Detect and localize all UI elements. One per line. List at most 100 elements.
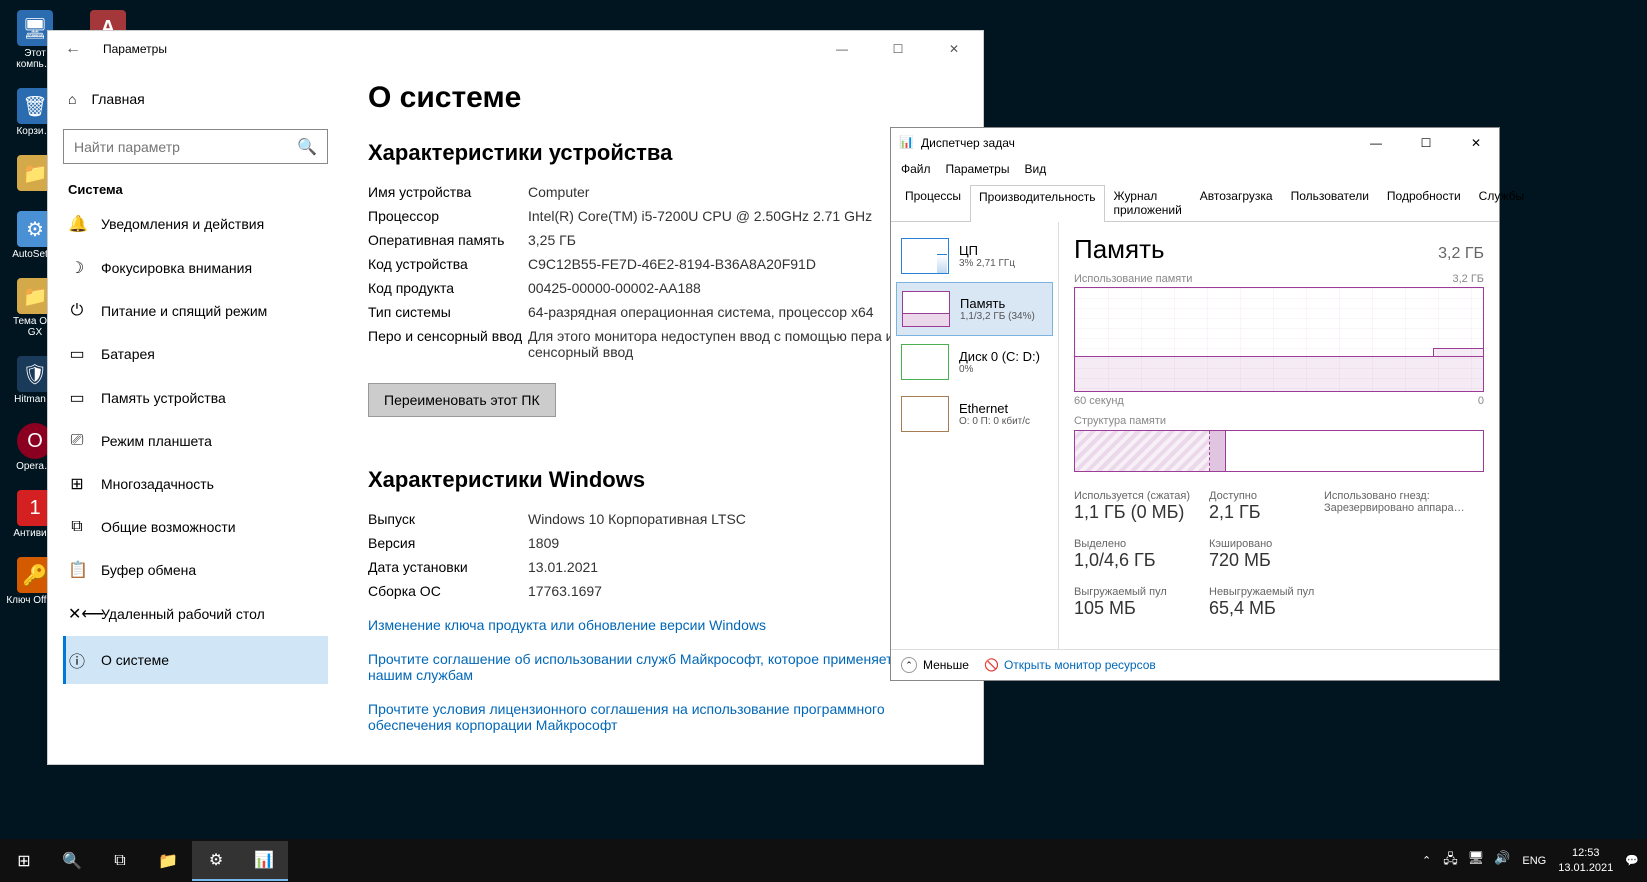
stat-slots: Использовано гнезд: Зарезервировано аппа… [1324, 490, 1484, 523]
tray-network-icon[interactable]: 🖧 [1443, 850, 1458, 872]
perf-item-memory[interactable]: Память 1,1/3,2 ГБ (34%) [896, 282, 1053, 336]
fewer-label: Меньше [923, 658, 969, 672]
nav-item[interactable]: ⊞Многозадачность [63, 462, 328, 506]
section-header: Система [68, 182, 328, 197]
tab-процессы[interactable]: Процессы [896, 184, 970, 221]
nav-item[interactable]: ⏻Питание и спящий режим [63, 290, 328, 332]
taskbar: ⊞ 🔍 ⧉ 📁 ⚙ 📊 ⌃ 🖧 🖥 🔊 ENG 12:53 13.01.2021… [0, 839, 1647, 882]
menu-view[interactable]: Вид [1024, 162, 1046, 176]
nav-label: Многозадачность [101, 476, 214, 492]
file-explorer-button[interactable]: 📁 [144, 841, 192, 881]
perf-name: Ethernet [959, 401, 1030, 416]
home-link[interactable]: ⌂ Главная [63, 81, 328, 117]
date-label: 13.01.2021 [1558, 861, 1613, 875]
taskman-titlebar: 📊 Диспетчер задач — ☐ ✕ [891, 128, 1499, 158]
time-axis-left: 60 секунд [1074, 395, 1124, 407]
nav-item[interactable]: ☽Фокусировка внимания [63, 246, 328, 290]
nav-item[interactable]: ▭ Батарея [63, 332, 328, 376]
nav-item[interactable]: ✕⟵Удаленный рабочий стол [63, 592, 328, 636]
time-axis-right: 0 [1478, 395, 1484, 407]
search-input[interactable] [74, 139, 297, 155]
minimize-button[interactable]: — [823, 42, 861, 56]
nav-icon: ▭ [68, 344, 86, 364]
tray-chevron-icon[interactable]: ⌃ [1422, 854, 1431, 867]
spec-row: Имя устройстваComputer [368, 184, 958, 200]
tray-monitor-icon[interactable]: 🖥 [1468, 850, 1485, 872]
nav-item[interactable]: 📋Буфер обмена [63, 548, 328, 592]
nav-icon: ▭ [68, 388, 86, 408]
device-heading: Характеристики устройства [368, 140, 958, 166]
nav-icon: ✕⟵ [68, 604, 86, 624]
settings-sidebar: ⌂ Главная 🔍 Система 🔔Уведомления и дейст… [48, 66, 343, 764]
nav-icon: ⎚ [68, 432, 86, 450]
tab-подробности[interactable]: Подробности [1378, 184, 1470, 221]
taskman-tabs: ПроцессыПроизводительностьЖурнал приложе… [891, 184, 1499, 222]
nav-item[interactable]: 🔔Уведомления и действия [63, 202, 328, 246]
start-button[interactable]: ⊞ [0, 841, 48, 881]
spec-row: Перо и сенсорный вводДля этого монитора … [368, 328, 958, 360]
close-button[interactable]: ✕ [1461, 136, 1491, 150]
back-button[interactable]: ← [58, 40, 88, 58]
menu-file[interactable]: Файл [901, 162, 931, 176]
nav-label: О системе [101, 652, 169, 668]
nav-label: Батарея [101, 346, 155, 362]
license-terms-link[interactable]: Прочтите условия лицензионного соглашени… [368, 701, 958, 733]
tab-пользователи[interactable]: Пользователи [1282, 184, 1378, 221]
stat-in-use: Используется (сжатая) 1,1 ГБ (0 МБ) [1074, 490, 1194, 523]
memory-total: 3,2 ГБ [1438, 245, 1484, 263]
window-title: Параметры [103, 42, 167, 56]
tab-автозагрузка[interactable]: Автозагрузка [1191, 184, 1282, 221]
nav-label: Питание и спящий режим [101, 303, 267, 319]
tab-службы[interactable]: Службы [1470, 184, 1533, 221]
rename-button[interactable]: Переименовать этот ПК [368, 383, 556, 417]
perf-stat: 1,1/3,2 ГБ (34%) [960, 311, 1035, 322]
stat-committed: Выделено 1,0/4,6 ГБ [1074, 538, 1194, 571]
taskbar-taskman[interactable]: 📊 [240, 841, 288, 881]
action-center-button[interactable]: 💬 [1625, 854, 1639, 867]
nav-item[interactable]: ⓘО системе [63, 636, 328, 684]
spec-label: Версия [368, 535, 528, 551]
time-label: 12:53 [1558, 846, 1613, 860]
perf-item-ethernet[interactable]: Ethernet О: 0 П: 0 кбит/c [896, 388, 1053, 440]
nav-icon: 🔔 [68, 214, 86, 234]
perf-item-cpu[interactable]: ЦП 3% 2,71 ГГц [896, 230, 1053, 282]
search-box[interactable]: 🔍 [63, 129, 328, 164]
perf-name: Память [960, 296, 1035, 311]
home-label: Главная [91, 91, 144, 107]
clock[interactable]: 12:53 13.01.2021 [1558, 846, 1613, 875]
open-resource-monitor-link[interactable]: 🚫 Открыть монитор ресурсов [984, 658, 1156, 672]
taskbar-settings[interactable]: ⚙ [192, 841, 240, 881]
close-button[interactable]: ✕ [935, 42, 973, 56]
language-indicator[interactable]: ENG [1522, 855, 1546, 867]
search-button[interactable]: 🔍 [48, 841, 96, 881]
stat-nonpaged-pool: Невыгружаемый пул 65,4 МБ [1209, 586, 1329, 619]
nav-item[interactable]: ▭Память устройства [63, 376, 328, 420]
services-agreement-link[interactable]: Прочтите соглашение об использовании слу… [368, 651, 958, 683]
monitor-label: Открыть монитор ресурсов [1004, 658, 1156, 672]
task-view-button[interactable]: ⧉ [96, 841, 144, 881]
menu-options[interactable]: Параметры [946, 162, 1010, 176]
fewer-details-toggle[interactable]: ⌃ Меньше [901, 657, 969, 673]
spec-row: Сборка ОС17763.1697 [368, 583, 958, 599]
tab-производительность[interactable]: Производительность [970, 185, 1104, 222]
nav-item[interactable]: ⧉Общие возможности [63, 506, 328, 548]
settings-content: О системе Характеристики устройства Имя … [343, 66, 983, 764]
cpu-mini-graph [901, 238, 949, 274]
tab-журнал приложений[interactable]: Журнал приложений [1105, 184, 1191, 221]
maximize-button[interactable]: ☐ [879, 42, 917, 56]
nav-label: Общие возможности [101, 519, 236, 535]
spec-row: ВыпускWindows 10 Корпоративная LTSC [368, 511, 958, 527]
monitor-icon: 🚫 [984, 658, 999, 672]
tray-speaker-icon[interactable]: 🔊 [1494, 850, 1510, 872]
ethernet-mini-graph [901, 396, 949, 432]
nav-item[interactable]: ⎚Режим планшета [63, 420, 328, 462]
spec-label: Сборка ОС [368, 583, 528, 599]
maximize-button[interactable]: ☐ [1411, 136, 1441, 150]
spec-row: Тип системы64-разрядная операционная сис… [368, 304, 958, 320]
minimize-button[interactable]: — [1361, 136, 1391, 150]
change-key-link[interactable]: Изменение ключа продукта или обновление … [368, 617, 958, 633]
nav-icon: ☽ [68, 258, 86, 278]
spec-row: Код устройстваC9C12B55-FE7D-46E2-8194-B3… [368, 256, 958, 272]
perf-item-disk[interactable]: Диск 0 (C: D:) 0% [896, 336, 1053, 388]
spec-label: Тип системы [368, 304, 528, 320]
